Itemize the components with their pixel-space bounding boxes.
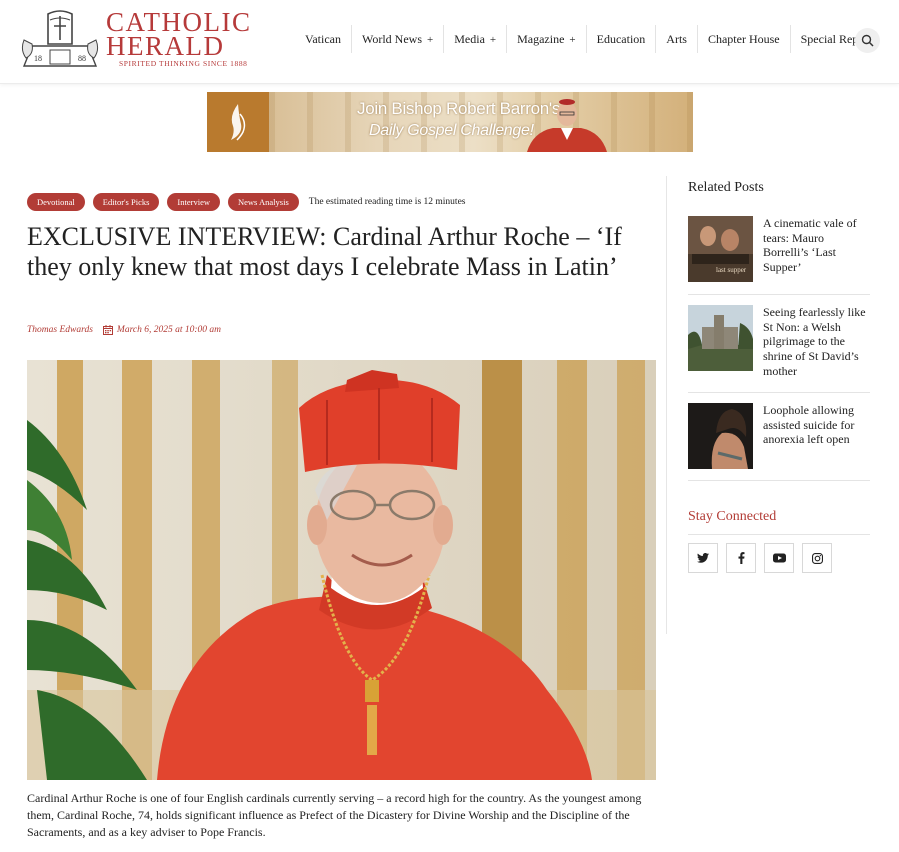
related-thumb-anorexia[interactable] [688, 403, 753, 469]
hero-image [27, 360, 656, 780]
cardinal-photo [27, 360, 656, 780]
nav-item-vatican[interactable]: Vatican [295, 25, 351, 53]
stay-connected-divider [688, 534, 870, 535]
related-separator [688, 294, 870, 295]
related-post-title[interactable]: A cinematic vale of tears: Mauro Borrell… [763, 216, 870, 282]
nav-item-world-news[interactable]: World News + [350, 25, 443, 53]
search-button[interactable] [855, 28, 880, 53]
anorexia-thumbnail [688, 403, 753, 469]
youtube-icon [772, 553, 786, 563]
flame-icon [231, 104, 246, 141]
thumb-text: last supper [716, 266, 747, 274]
ad-banner[interactable]: Join Bishop Robert Barron's Daily Gospel… [207, 92, 693, 152]
nav-label: Education [596, 32, 646, 46]
twitter-icon [697, 553, 709, 563]
facebook-button[interactable] [726, 543, 756, 573]
nav-label: Chapter House [707, 32, 780, 46]
nav-item-media[interactable]: Media + [443, 25, 506, 53]
ad-subheadline: Daily Gospel Challenge! [369, 122, 534, 139]
site-header: 18 88 CATHOLIC HERALD SPIRITED THINKING … [0, 0, 899, 84]
nav-label: Vatican [305, 32, 341, 46]
site-tagline: SPIRITED THINKING SINCE 1888 [119, 59, 248, 68]
nav-label: Arts [666, 32, 687, 46]
nav-label: Magazine [517, 32, 565, 46]
nav-item-chapter-house[interactable]: Chapter House [696, 25, 790, 53]
publish-date-wrap: March 6, 2025 at 10:00 am [102, 325, 222, 335]
calendar-icon [102, 325, 113, 335]
search-icon [861, 34, 874, 47]
image-caption: Cardinal Arthur Roche is one of four Eng… [27, 791, 642, 839]
instagram-icon [811, 552, 823, 564]
tag-interview[interactable]: Interview [167, 193, 220, 211]
related-post-title[interactable]: Loophole allowing assisted suicide for a… [763, 403, 870, 469]
nav-item-magazine[interactable]: Magazine + [506, 25, 586, 53]
related-post[interactable]: Loophole allowing assisted suicide for a… [688, 403, 870, 469]
twitter-button[interactable] [688, 543, 718, 573]
instagram-button[interactable] [802, 543, 832, 573]
expand-plus-icon: + [489, 34, 497, 46]
related-thumb-st-davids[interactable] [688, 305, 753, 371]
related-posts-heading: Related Posts [688, 180, 764, 195]
ad-flame-logo [207, 92, 269, 152]
main-nav: Vatican World News + Media + Magazine + … [295, 24, 886, 54]
emblem-left-number: 18 [34, 54, 42, 63]
stay-connected-heading: Stay Connected [688, 509, 777, 524]
related-post-title[interactable]: Seeing fearlessly like St Non: a Welsh p… [763, 305, 870, 379]
nav-item-arts[interactable]: Arts [655, 25, 697, 53]
tag-editors-picks[interactable]: Editor's Picks [92, 193, 160, 211]
sidebar-divider [666, 176, 667, 634]
expand-plus-icon: + [427, 34, 434, 46]
site-title-line2: HERALD [106, 31, 225, 61]
social-links [688, 543, 840, 573]
site-logo[interactable]: 18 88 CATHOLIC HERALD SPIRITED THINKING … [20, 9, 260, 72]
publish-date: March 6, 2025 at 10:00 am [116, 325, 222, 335]
nav-item-education[interactable]: Education [585, 25, 656, 53]
emblem-right-number: 88 [78, 54, 86, 63]
article-meta: Thomas Edwards March 6, 2025 at 10:00 am [27, 325, 221, 335]
youtube-button[interactable] [764, 543, 794, 573]
article-tags: Devotional Editor's Picks Interview News… [27, 193, 465, 211]
related-thumb-last-supper[interactable]: last supper [688, 216, 753, 282]
nav-label: World News [361, 32, 423, 46]
last-supper-thumbnail: last supper [688, 216, 753, 282]
facebook-icon [738, 552, 744, 564]
related-post[interactable]: last supper A cinematic vale of tears: M… [688, 216, 870, 282]
logo-emblem-icon: 18 88 [21, 10, 99, 67]
tag-news-analysis[interactable]: News Analysis [228, 193, 299, 211]
article-title: EXCLUSIVE INTERVIEW: Cardinal Arthur Roc… [27, 222, 622, 281]
related-separator [688, 392, 870, 393]
site-title: CATHOLIC HERALD [106, 9, 252, 61]
related-post[interactable]: Seeing fearlessly like St Non: a Welsh p… [688, 305, 870, 379]
st-davids-thumbnail [688, 305, 753, 371]
expand-plus-icon: + [569, 34, 576, 46]
nav-label: Media [454, 32, 485, 46]
tag-devotional[interactable]: Devotional [27, 193, 85, 211]
ad-bishop-image [527, 99, 607, 152]
author-link[interactable]: Thomas Edwards [27, 325, 93, 335]
related-separator [688, 480, 870, 481]
reading-time: The estimated reading time is 12 minutes [308, 197, 466, 207]
